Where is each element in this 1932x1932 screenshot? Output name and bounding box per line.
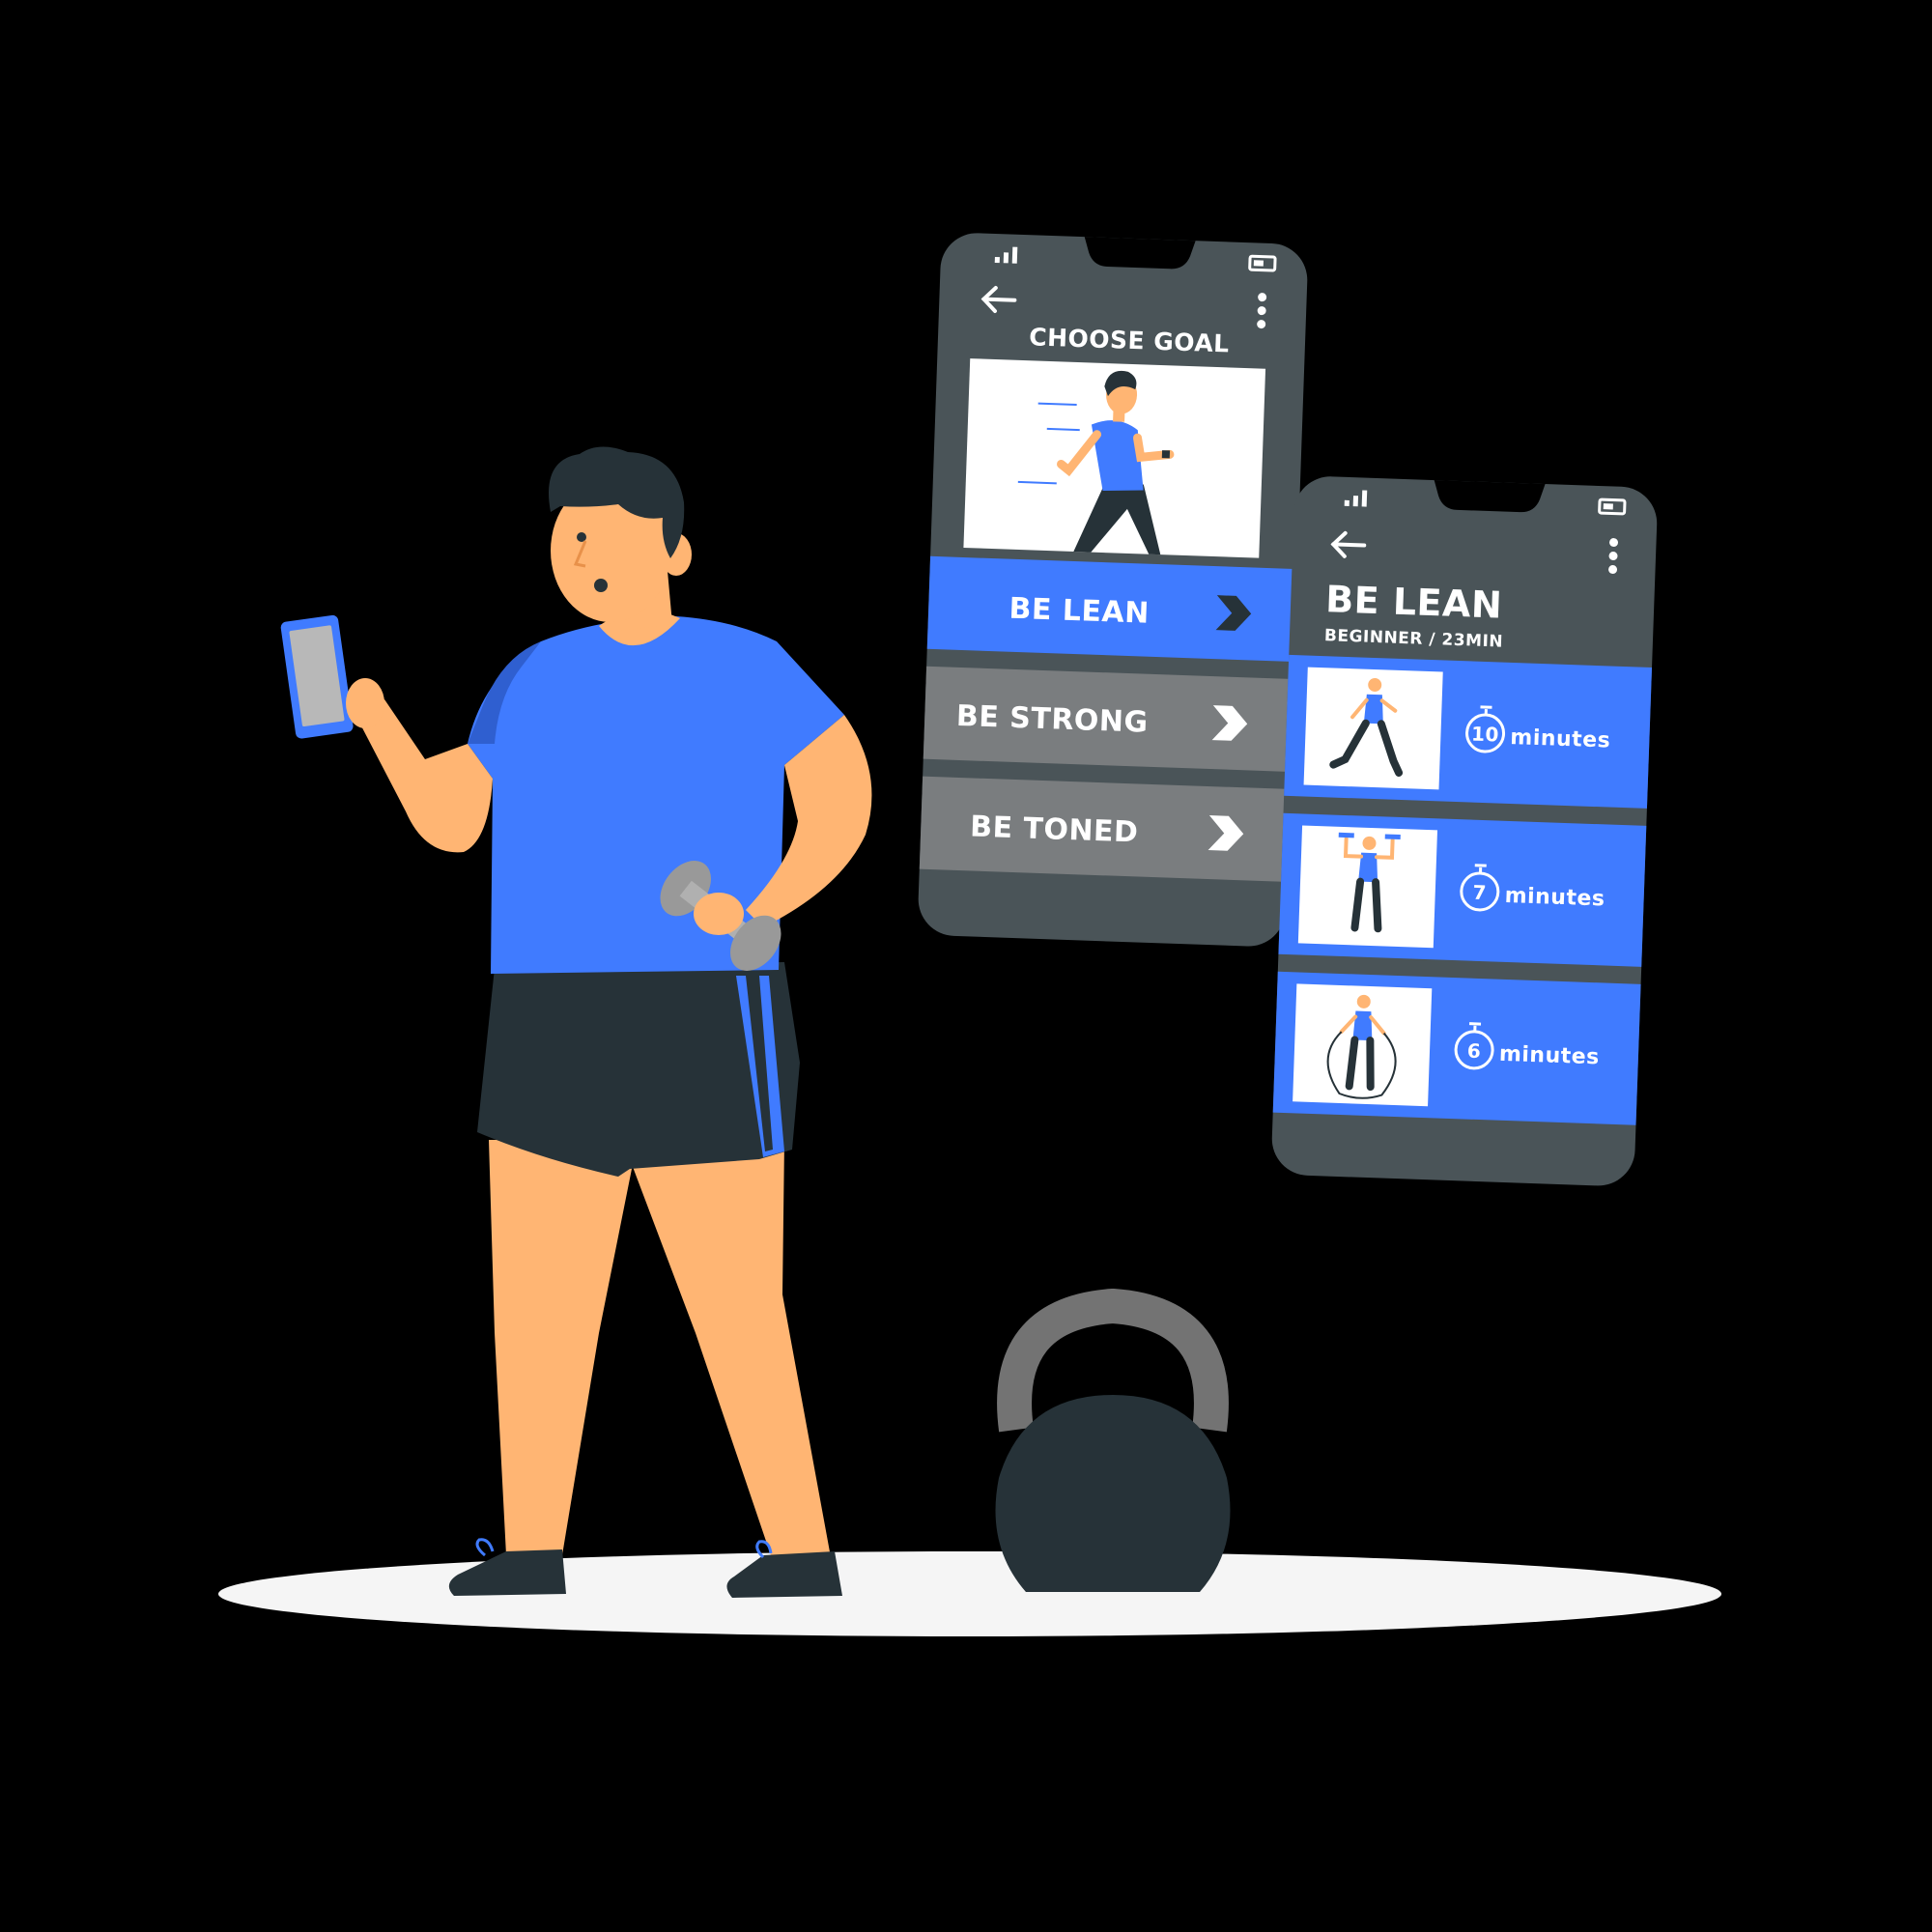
workout-item-1[interactable]: 10 minutes [1284,654,1653,809]
goal-phone: CHOOSE GOAL BE LEAN BE STRONG BE TONED [918,233,1308,947]
goal-option-be-strong[interactable]: BE STRONG [923,666,1293,772]
workout-item-3[interactable]: 6 minutes [1272,971,1641,1125]
goal-option-label: BE LEAN [1009,592,1150,631]
shirt [468,616,844,974]
left-shoelace [475,1538,495,1557]
goal-more-icon[interactable] [1257,293,1267,329]
workout-item-2[interactable]: 7 minutes [1278,812,1647,967]
kettlebell [995,1288,1231,1592]
workout-minutes-unit: minutes [1510,725,1611,753]
workout-minutes-unit: minutes [1499,1042,1601,1070]
goal-option-be-toned[interactable]: BE TONED [919,776,1290,882]
goal-phone-notch [1084,237,1196,270]
illustration-canvas: CHOOSE GOAL BE LEAN BE STRONG BE TONED B… [218,233,1721,1636]
mouth [594,579,608,592]
plan-more-icon[interactable] [1608,538,1619,575]
handheld-phone [280,614,354,739]
left-leg [489,1140,638,1555]
left-shoe [448,1549,566,1596]
workout-minutes-value: 6 [1466,1039,1481,1063]
kettlebell-body [995,1395,1231,1592]
left-hand [346,678,384,728]
plan-title: BE LEAN [1325,578,1503,626]
person [280,446,872,1598]
eye [577,532,586,542]
workout-minutes-value: 7 [1472,881,1487,904]
plan-phone-notch [1434,480,1546,513]
workout-minutes-value: 10 [1471,723,1500,747]
goal-option-label: BE TONED [970,810,1139,849]
right-hand [694,893,744,935]
goal-option-be-lean[interactable]: BE LEAN [926,555,1297,663]
floor-shadow [218,1551,1721,1636]
plan-phone: BE LEAN BEGINNER / 23MIN 10 minutes 7 mi… [1271,476,1658,1186]
goal-option-label: BE STRONG [955,699,1149,740]
right-leg [630,1140,831,1561]
workout-minutes-unit: minutes [1504,884,1605,912]
